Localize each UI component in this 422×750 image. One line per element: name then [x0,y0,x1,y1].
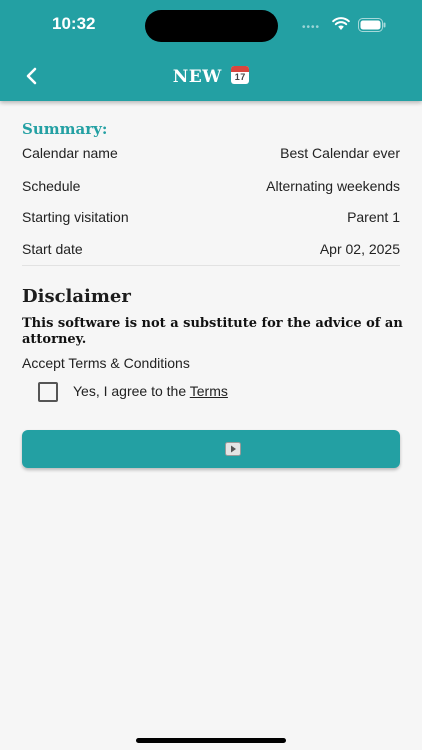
agree-terms-checkbox[interactable] [38,382,58,402]
disclaimer-text: This software is not a substitute for th… [22,316,403,347]
play-button-icon [225,442,241,456]
accept-terms-label: Accept Terms & Conditions [22,355,190,371]
calendar-emoji-icon: 17 [231,66,250,84]
agree-terms-text: Yes, I agree to the Terms [73,383,228,399]
summary-row-schedule: Schedule Alternating weekends [22,178,400,198]
terms-link[interactable]: Terms [190,383,228,399]
dynamic-island [145,10,278,42]
summary-heading: Summary: [22,120,108,138]
summary-value: Best Calendar ever [280,145,400,161]
disclaimer-heading: Disclaimer [22,286,131,307]
summary-value: Parent 1 [347,209,400,225]
summary-row-start-date: Start date Apr 02, 2025 [22,241,400,261]
app-header: 10:32 •••• NEW 17 [0,0,422,101]
home-indicator [136,738,286,743]
next-button[interactable] [22,430,400,468]
summary-row-starting-visitation: Starting visitation Parent 1 [22,209,400,229]
summary-label: Start date [22,241,83,257]
summary-value: Apr 02, 2025 [319,241,400,257]
page-title-text: NEW [172,67,222,87]
summary-row-calendar-name: Calendar name Best Calendar ever [22,145,400,165]
wifi-icon [332,17,350,30]
calendar-day: 17 [234,72,246,82]
agree-prefix: Yes, I agree to the [73,383,190,399]
battery-icon [358,18,386,32]
summary-label: Starting visitation [22,209,129,225]
signal-icon: •••• [302,22,321,33]
section-divider [22,265,400,266]
page-title: NEW 17 [0,66,422,87]
summary-value: Alternating weekends [266,178,400,194]
summary-label: Calendar name [22,145,118,161]
summary-label: Schedule [22,178,81,194]
status-time: 10:32 [52,14,96,33]
